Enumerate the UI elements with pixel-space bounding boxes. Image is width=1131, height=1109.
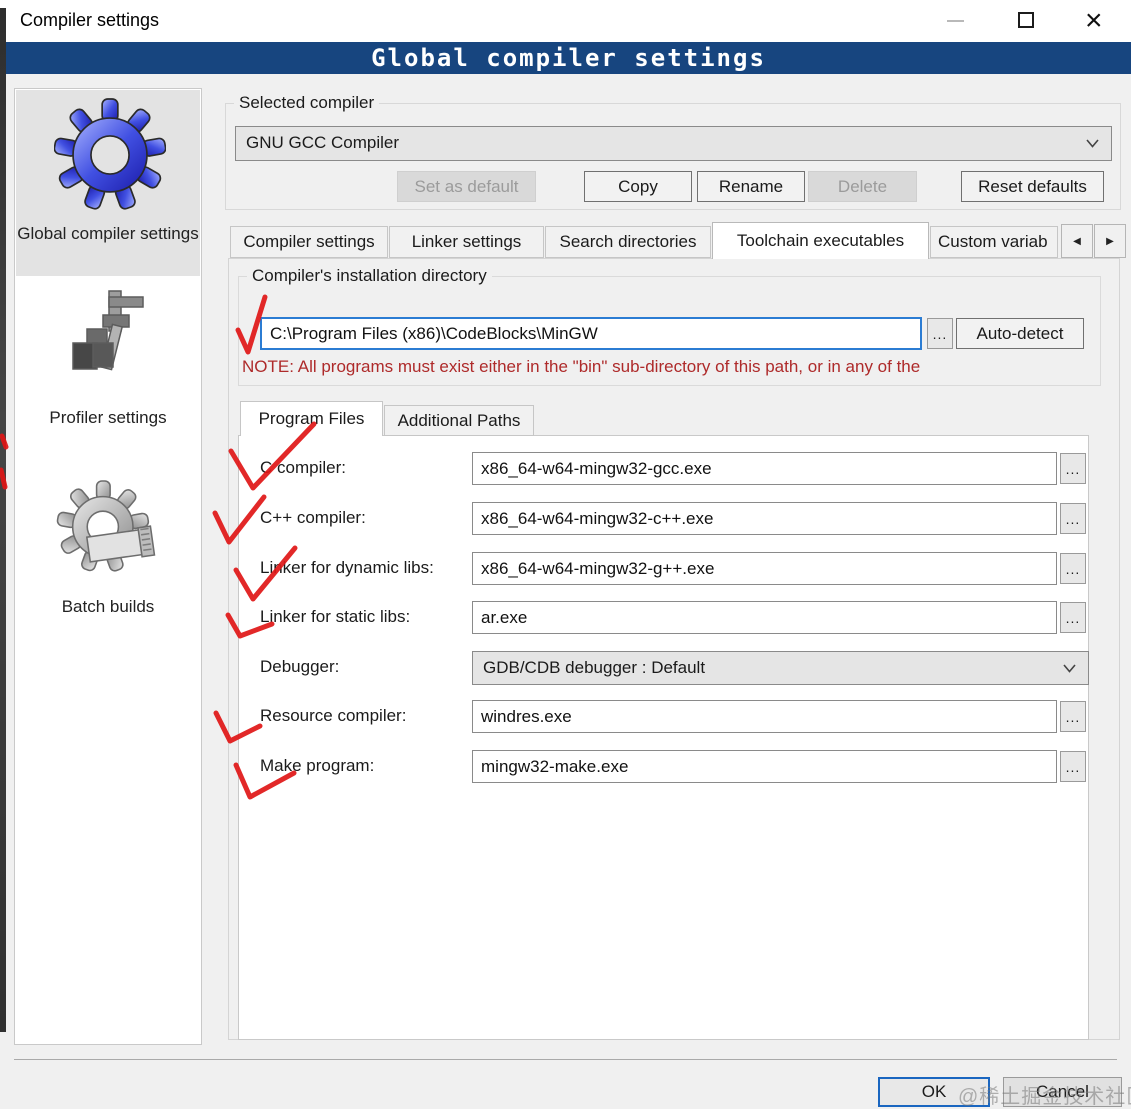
make-program-input[interactable] xyxy=(472,750,1057,783)
installation-directory-input[interactable] xyxy=(260,317,922,350)
caliper-icon xyxy=(72,290,144,371)
minimize-icon[interactable] xyxy=(947,20,964,22)
chevron-down-icon xyxy=(1063,664,1076,673)
sidebar-item-label: Batch builds xyxy=(61,597,155,616)
tab-scroll-right-icon[interactable]: ▶ xyxy=(1094,224,1126,258)
debugger-label: Debugger: xyxy=(260,657,340,676)
tab-scroll-left-icon[interactable]: ◀ xyxy=(1061,224,1093,258)
static-linker-input[interactable] xyxy=(472,601,1057,634)
static-linker-label: Linker for static libs: xyxy=(260,607,411,626)
resource-compiler-label: Resource compiler: xyxy=(260,706,407,725)
toolchain-executables-panel: Compiler's installation directory ... Au… xyxy=(228,258,1120,1040)
set-as-default-button[interactable]: Set as default xyxy=(397,171,536,202)
dialog-header: Global compiler settings xyxy=(6,42,1131,74)
sidebar-item-profiler[interactable]: Profiler settings xyxy=(15,276,201,476)
sidebar-item-global-compiler[interactable]: Global compiler settings xyxy=(16,90,200,276)
sidebar-item-label: Global compiler settings xyxy=(17,224,199,243)
browse-directory-button[interactable]: ... xyxy=(927,318,953,349)
gray-gear-icon xyxy=(56,480,156,572)
sidebar-item-label: Profiler settings xyxy=(49,408,167,427)
rename-button[interactable]: Rename xyxy=(697,171,805,202)
dynamic-linker-label: Linker for dynamic libs: xyxy=(260,558,434,577)
blue-gear-icon xyxy=(54,98,166,210)
reset-defaults-button[interactable]: Reset defaults xyxy=(961,171,1104,202)
delete-button[interactable]: Delete xyxy=(808,171,917,202)
compiler-select[interactable]: GNU GCC Compiler xyxy=(235,126,1112,161)
sidebar-item-batch-builds[interactable]: Batch builds xyxy=(15,471,201,671)
compiler-settings-dialog: Compiler settings × Global compiler sett… xyxy=(0,0,1131,1109)
tab-custom-variables[interactable]: Custom variab xyxy=(930,226,1058,258)
dynamic-linker-browse-button[interactable]: ... xyxy=(1060,553,1086,584)
chevron-down-icon xyxy=(1086,139,1099,148)
ok-button[interactable]: OK xyxy=(878,1077,990,1107)
debugger-select-value: GDB/CDB debugger : Default xyxy=(483,658,706,677)
cpp-compiler-label: C++ compiler: xyxy=(260,508,366,527)
maximize-icon[interactable] xyxy=(1018,12,1034,28)
tab-search-directories[interactable]: Search directories xyxy=(545,226,711,258)
make-program-label: Make program: xyxy=(260,756,375,775)
c-compiler-input[interactable] xyxy=(472,452,1057,485)
window-titlebar: Compiler settings × xyxy=(0,0,1131,42)
selected-compiler-group-title: Selected compiler xyxy=(234,93,380,113)
debugger-select[interactable]: GDB/CDB debugger : Default xyxy=(472,651,1089,685)
static-linker-browse-button[interactable]: ... xyxy=(1060,602,1086,633)
dynamic-linker-input[interactable] xyxy=(472,552,1057,585)
tab-linker-settings[interactable]: Linker settings xyxy=(389,226,544,258)
selected-compiler-group: Selected compiler GNU GCC Compiler Set a… xyxy=(225,93,1121,210)
cpp-compiler-browse-button[interactable]: ... xyxy=(1060,503,1086,534)
cpp-compiler-input[interactable] xyxy=(472,502,1057,535)
screen-edge-strip xyxy=(0,8,6,1032)
subtab-program-files[interactable]: Program Files xyxy=(240,401,383,436)
make-program-browse-button[interactable]: ... xyxy=(1060,751,1086,782)
resource-compiler-browse-button[interactable]: ... xyxy=(1060,701,1086,732)
subtab-additional-paths[interactable]: Additional Paths xyxy=(384,405,534,436)
cancel-button[interactable]: Cancel xyxy=(1003,1077,1122,1107)
tab-toolchain-executables[interactable]: Toolchain executables xyxy=(712,222,929,259)
tab-compiler-settings[interactable]: Compiler settings xyxy=(230,226,388,258)
bin-subdirectory-note: NOTE: All programs must exist either in … xyxy=(242,357,921,376)
c-compiler-browse-button[interactable]: ... xyxy=(1060,453,1086,484)
copy-button[interactable]: Copy xyxy=(584,171,692,202)
program-files-page: C compiler: ... C++ compiler: ... Linker… xyxy=(238,435,1089,1040)
footer-divider xyxy=(14,1059,1117,1060)
auto-detect-button[interactable]: Auto-detect xyxy=(956,318,1084,349)
compiler-select-value: GNU GCC Compiler xyxy=(246,133,400,152)
settings-sidebar: Global compiler settings Profiler settin… xyxy=(14,88,202,1045)
close-icon[interactable]: × xyxy=(1085,2,1103,40)
installation-directory-group-title: Compiler's installation directory xyxy=(247,266,492,286)
resource-compiler-input[interactable] xyxy=(472,700,1057,733)
installation-directory-group: Compiler's installation directory ... Au… xyxy=(238,266,1101,386)
c-compiler-label: C compiler: xyxy=(260,458,346,477)
window-title: Compiler settings xyxy=(20,10,160,30)
